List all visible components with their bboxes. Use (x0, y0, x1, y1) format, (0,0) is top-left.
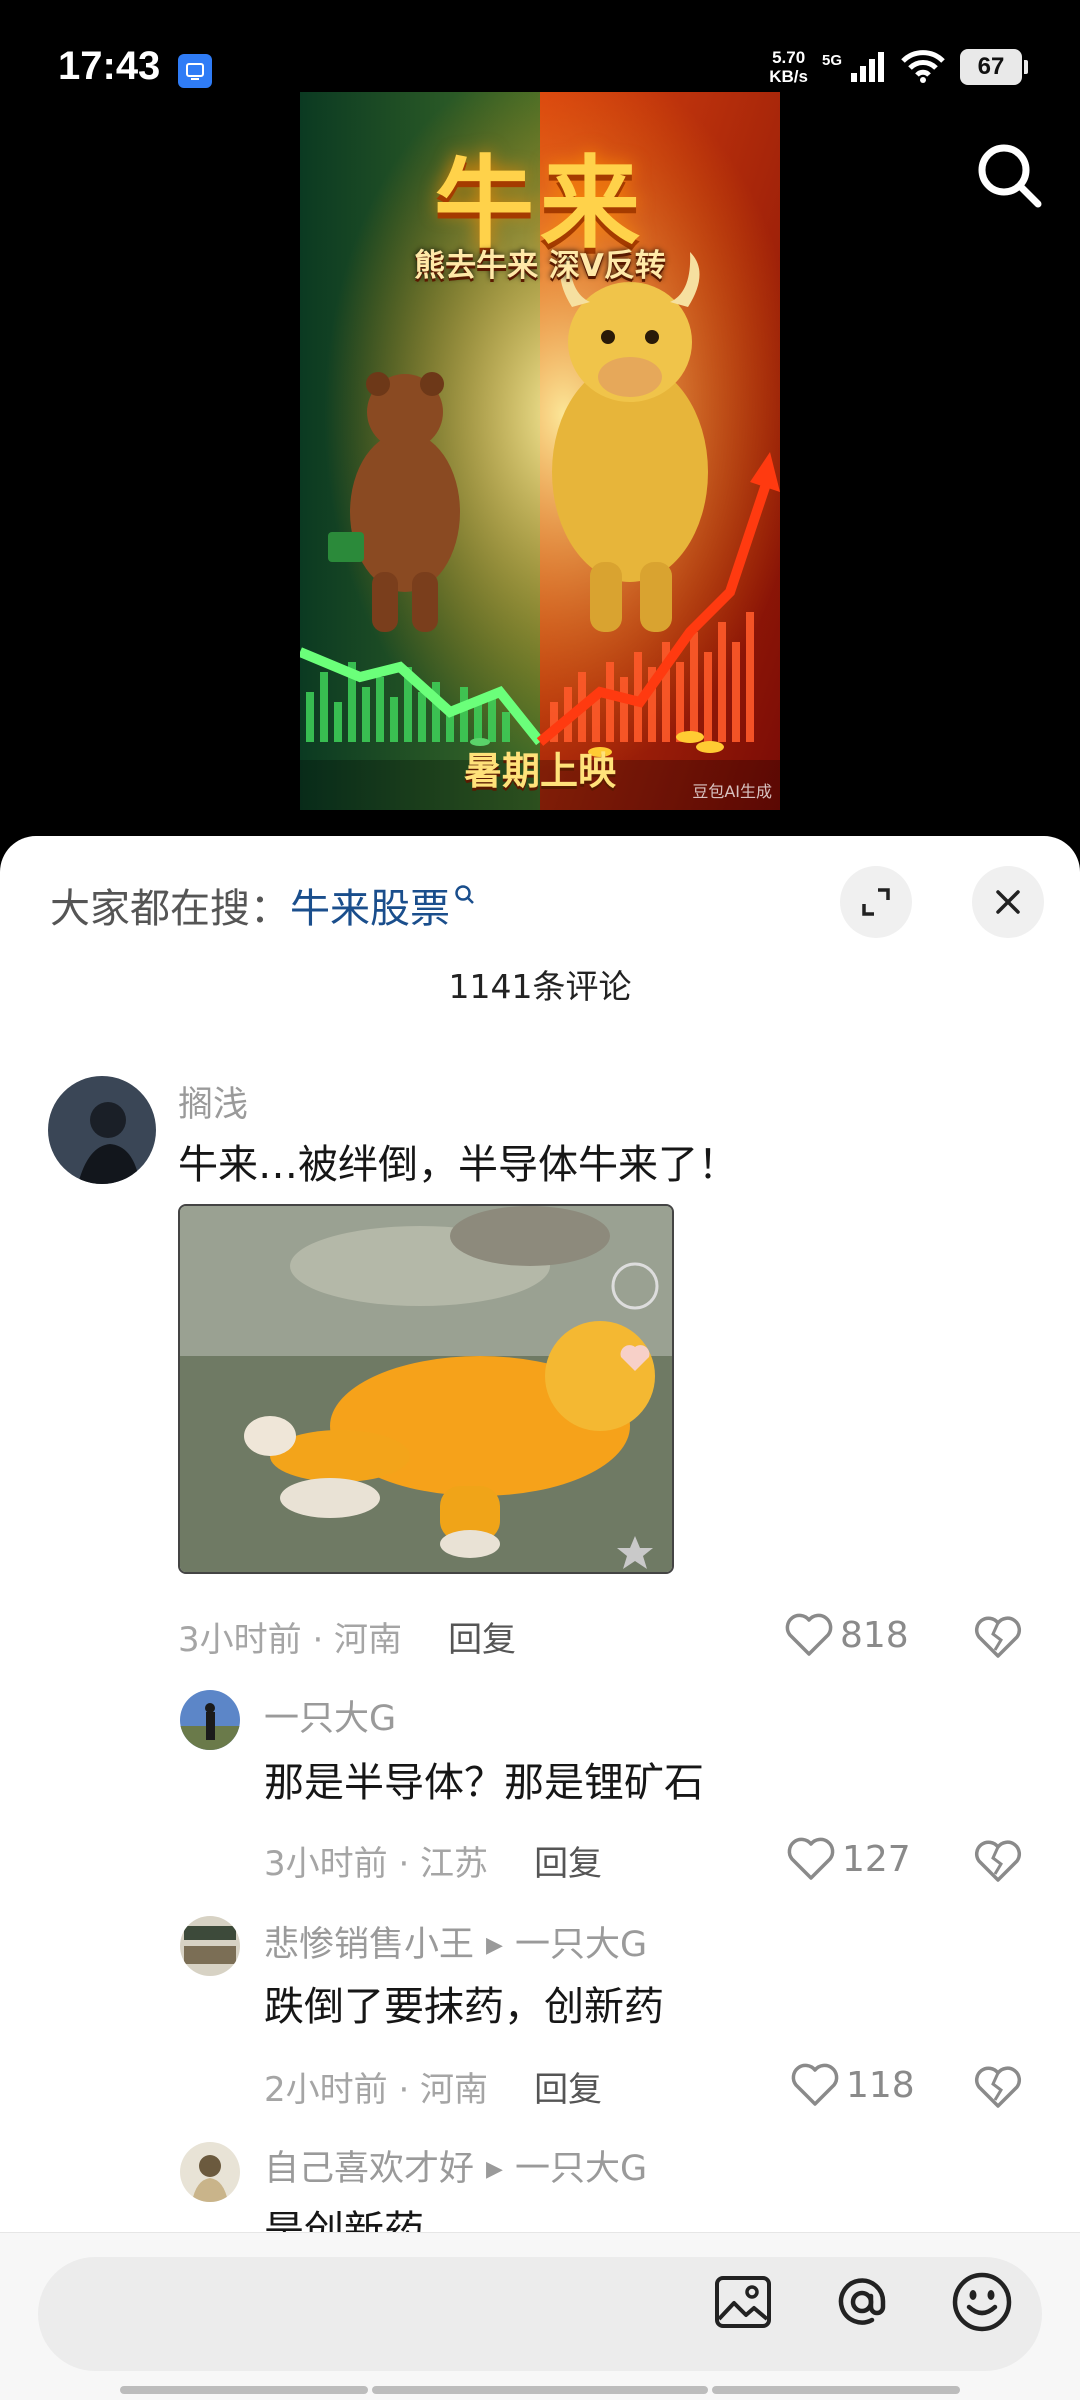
gesture-bar-left (120, 2386, 368, 2394)
avatar[interactable] (180, 2142, 240, 2202)
reply-button[interactable]: 回复 (534, 2070, 602, 2110)
image-icon (715, 2276, 771, 2328)
status-time: 17:43 (58, 44, 161, 88)
heart-icon (787, 1837, 835, 1880)
heart-icon (791, 2063, 839, 2106)
battery-indicator: 67 (960, 49, 1028, 85)
comment-meta: 3小时前 · 河南 回复 (178, 1612, 516, 1661)
reply-button[interactable]: 回复 (448, 1620, 516, 1660)
comment-meta: 3小时前 · 江苏 回复 (264, 1836, 602, 1885)
trending-search[interactable]: 大家都在搜： 牛来股票 (50, 876, 476, 934)
comment-time-location: 3小时前 · 江苏 (264, 1844, 489, 1884)
dislike-button[interactable] (974, 1616, 1022, 1664)
network-speed-unit: KB/s (769, 67, 808, 86)
comment-time-location: 2小时前 · 河南 (264, 2070, 489, 2110)
signal-icon (851, 52, 884, 82)
poster-watermark: 豆包AI生成 (692, 782, 772, 801)
reply-arrow-icon: ▶ (486, 2157, 503, 2182)
comment-sheet: 大家都在搜： 牛来股票 1141条评论 搁浅 牛来…被绊倒，半导体牛来了！ 3小… (0, 836, 1080, 2400)
network-type: 5G (821, 51, 842, 69)
network-speed: 5.70 KB/s (769, 48, 808, 86)
comment-username-line: 悲惨销售小王 ▶ 一只大G (264, 1916, 647, 1967)
comment-meta: 2小时前 · 河南 回复 (264, 2062, 602, 2111)
expand-icon (862, 888, 890, 916)
network-speed-value: 5.70 (772, 48, 806, 67)
broken-heart-icon (974, 1840, 1022, 1882)
comment-username-line: 自己喜欢才好 ▶ 一只大G (264, 2140, 647, 2191)
broken-heart-icon (974, 1616, 1022, 1658)
search-small-icon (455, 885, 474, 904)
video-poster[interactable]: 牛来 熊去牛来 深V反转 暑期上映 豆包AI生成 (300, 92, 780, 810)
emoji-button[interactable] (949, 2269, 1015, 2335)
wifi-icon (901, 50, 945, 83)
gesture-bar-center (372, 2386, 708, 2394)
dislike-button[interactable] (974, 1840, 1022, 1888)
mention-button[interactable] (829, 2269, 895, 2335)
like-count: 127 (842, 1838, 911, 1880)
search-icon (978, 144, 1042, 208)
comment-text: 那是半导体？那是锂矿石 (264, 1760, 704, 1806)
reply-to-username[interactable]: 一只大G (515, 1925, 647, 1965)
reply-button[interactable]: 回复 (534, 1844, 602, 1884)
like-button[interactable]: 127 (786, 1836, 911, 1882)
comment-username[interactable]: 悲惨销售小王 (264, 1925, 474, 1965)
emoji-icon (952, 2272, 1012, 2332)
comment-username[interactable]: 一只大G (264, 1690, 396, 1741)
comment-username[interactable]: 搁浅 (178, 1076, 248, 1127)
reply-arrow-icon: ▶ (486, 1933, 503, 1958)
poster-subtitle: 熊去牛来 深V反转 (414, 248, 666, 284)
comment-time-location: 3小时前 · 河南 (178, 1620, 403, 1660)
comment-input-bar (0, 2232, 1080, 2400)
trending-label: 大家都在搜： (50, 886, 290, 932)
reply-to-username[interactable]: 一只大G (515, 2149, 647, 2189)
gesture-bar-right (712, 2386, 960, 2394)
close-icon (996, 890, 1020, 914)
avatar[interactable] (48, 1076, 156, 1184)
image-button[interactable] (710, 2269, 776, 2335)
search-button[interactable] (970, 136, 1050, 216)
comment-text: 跌倒了要抹药，创新药 (264, 1984, 664, 2030)
at-icon (838, 2278, 886, 2325)
heart-icon (785, 1613, 833, 1656)
dislike-button[interactable] (974, 2066, 1022, 2114)
comment-text: 牛来…被绊倒，半导体牛来了！ (178, 1142, 738, 1188)
close-button[interactable] (972, 866, 1044, 938)
comment-image[interactable] (178, 1204, 674, 1574)
status-indicators: 5.70 KB/s 5G 67 (769, 48, 1028, 86)
expand-button[interactable] (840, 866, 912, 938)
comment-count: 1141条评论 (448, 967, 632, 1006)
like-button[interactable]: 118 (790, 2062, 915, 2108)
avatar[interactable] (180, 1690, 240, 1750)
broken-heart-icon (974, 2066, 1022, 2108)
notification-app-icon (178, 54, 212, 88)
avatar[interactable] (180, 1916, 240, 1976)
like-count: 118 (846, 2064, 915, 2106)
like-count: 818 (840, 1614, 909, 1656)
trending-term[interactable]: 牛来股票 (290, 876, 450, 934)
like-button[interactable]: 818 (784, 1612, 909, 1658)
comment-username[interactable]: 自己喜欢才好 (264, 2149, 474, 2189)
